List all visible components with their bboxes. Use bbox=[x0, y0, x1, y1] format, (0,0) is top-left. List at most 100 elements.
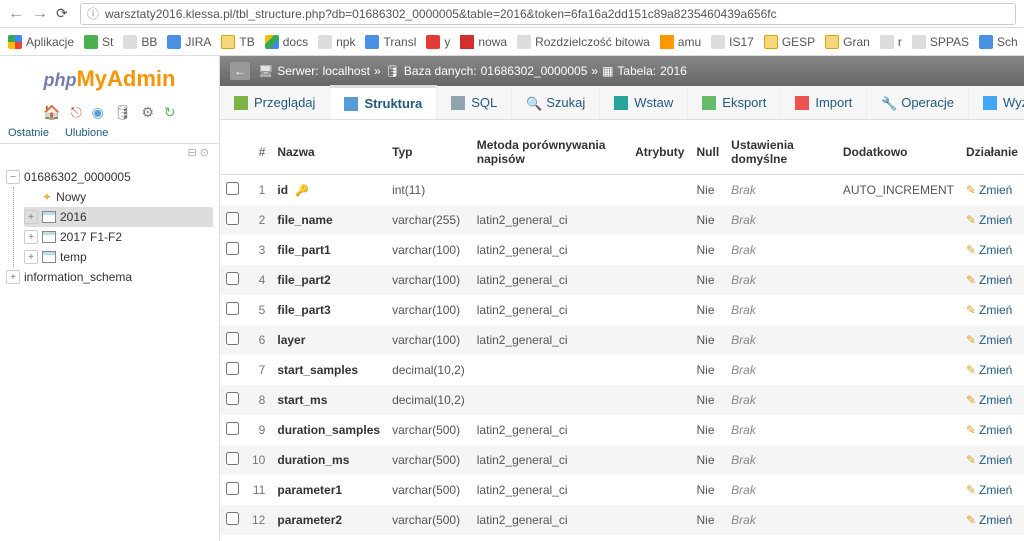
change-link[interactable]: Zmień bbox=[979, 243, 1012, 257]
apps-button[interactable]: Aplikacje bbox=[8, 35, 74, 49]
col-collation[interactable]: Metoda porównywania napisów bbox=[471, 130, 629, 175]
settings-icon[interactable]: ⚙ bbox=[141, 104, 154, 120]
table-node[interactable]: + temp bbox=[24, 247, 213, 267]
bookmark-item[interactable]: St bbox=[84, 35, 113, 49]
change-link[interactable]: Zmień bbox=[979, 363, 1012, 377]
row-checkbox[interactable] bbox=[226, 482, 239, 495]
nav-back-icon[interactable]: ← bbox=[230, 62, 250, 80]
row-checkbox[interactable] bbox=[226, 422, 239, 435]
row-checkbox[interactable] bbox=[226, 212, 239, 225]
tab-operations[interactable]: 🔧Operacje bbox=[867, 86, 969, 119]
bookmark-item[interactable]: nowa bbox=[460, 35, 507, 49]
bookmark-item[interactable]: r bbox=[880, 35, 902, 49]
tab-triggers[interactable]: Wyzwal bbox=[969, 86, 1024, 119]
expand-icon[interactable]: + bbox=[6, 270, 20, 284]
tab-favorites[interactable]: Ulubione bbox=[57, 123, 116, 143]
col-action[interactable]: Działanie bbox=[960, 130, 1024, 175]
new-table[interactable]: ✦ Nowy bbox=[24, 187, 213, 207]
change-link[interactable]: Zmień bbox=[979, 213, 1012, 227]
logout-icon[interactable]: ⎋ bbox=[71, 104, 82, 120]
change-link[interactable]: Zmień bbox=[979, 513, 1012, 527]
row-checkbox[interactable] bbox=[226, 182, 239, 195]
col-extra[interactable]: Dodatkowo bbox=[837, 130, 960, 175]
bookmark-item[interactable]: Sch bbox=[979, 35, 1018, 49]
bookmark-item[interactable]: GESP bbox=[764, 35, 815, 49]
bookmark-item[interactable]: BB bbox=[123, 35, 157, 49]
cell-null: Nie bbox=[690, 295, 725, 325]
table-row: 2file_namevarchar(255)latin2_general_ciN… bbox=[220, 205, 1024, 235]
forward-icon[interactable]: → bbox=[32, 5, 48, 23]
col-num[interactable]: # bbox=[246, 130, 271, 175]
change-link[interactable]: Zmień bbox=[979, 303, 1012, 317]
row-checkbox[interactable] bbox=[226, 272, 239, 285]
change-link[interactable]: Zmień bbox=[979, 183, 1012, 197]
row-checkbox[interactable] bbox=[226, 332, 239, 345]
expand-icon[interactable]: + bbox=[24, 210, 38, 224]
breadcrumb-server[interactable]: localhost bbox=[323, 64, 370, 78]
bookmark-item[interactable]: Transl bbox=[365, 35, 416, 49]
url-bar[interactable]: ⓘ warsztaty2016.klessa.pl/tbl_structure.… bbox=[80, 3, 1016, 25]
tree-collapse[interactable]: ⊟ ⊙ bbox=[0, 144, 219, 161]
col-attributes[interactable]: Atrybuty bbox=[629, 130, 690, 175]
phpmyadmin-logo[interactable]: phpMyAdmin bbox=[0, 56, 219, 102]
bookmark-item[interactable]: docs bbox=[265, 35, 308, 49]
bookmark-item[interactable]: TB bbox=[221, 35, 254, 49]
bookmarks-bar: Aplikacje St BB JIRA TB docs npk Transl … bbox=[0, 28, 1024, 56]
change-link[interactable]: Zmień bbox=[979, 273, 1012, 287]
col-type[interactable]: Typ bbox=[386, 130, 471, 175]
db-node[interactable]: − 01686302_0000005 bbox=[6, 167, 213, 187]
bookmark-item[interactable]: npk bbox=[318, 35, 355, 49]
row-checkbox[interactable] bbox=[226, 512, 239, 525]
bookmark-item[interactable]: IS17 bbox=[711, 35, 754, 49]
database-icon: 🛢 bbox=[385, 64, 400, 78]
collapse-icon[interactable]: − bbox=[6, 170, 20, 184]
col-null[interactable]: Null bbox=[690, 130, 725, 175]
bookmark-icon bbox=[460, 35, 474, 49]
cell-num: 4 bbox=[246, 265, 271, 295]
tab-browse[interactable]: Przeglądaj bbox=[220, 86, 330, 119]
tab-export[interactable]: Eksport bbox=[688, 86, 781, 119]
bookmark-icon bbox=[318, 35, 332, 49]
change-link[interactable]: Zmień bbox=[979, 423, 1012, 437]
bookmark-item[interactable]: Rozdzielczość bitowa bbox=[517, 35, 650, 49]
tab-search[interactable]: 🔍Szukaj bbox=[512, 86, 600, 119]
sql-icon[interactable]: 🛢 bbox=[114, 104, 132, 120]
table-node[interactable]: + 2016 bbox=[24, 207, 213, 227]
cell-num: 13 bbox=[246, 535, 271, 541]
bookmark-item[interactable]: JIRA bbox=[167, 35, 211, 49]
tab-sql[interactable]: SQL bbox=[437, 86, 512, 119]
change-link[interactable]: Zmień bbox=[979, 333, 1012, 347]
bookmark-icon bbox=[84, 35, 98, 49]
change-link[interactable]: Zmień bbox=[979, 453, 1012, 467]
bookmark-item[interactable]: SPPAS bbox=[912, 35, 969, 49]
tab-structure[interactable]: Struktura bbox=[330, 85, 437, 119]
col-name[interactable]: Nazwa bbox=[271, 130, 386, 175]
bookmark-item[interactable]: amu bbox=[660, 35, 701, 49]
row-checkbox[interactable] bbox=[226, 362, 239, 375]
back-icon[interactable]: ← bbox=[8, 5, 24, 23]
docs-icon[interactable]: ◉ bbox=[92, 104, 104, 120]
col-default[interactable]: Ustawienia domyślne bbox=[725, 130, 837, 175]
bookmark-icon bbox=[979, 35, 993, 49]
breadcrumb-table[interactable]: 2016 bbox=[660, 64, 687, 78]
table-node[interactable]: + 2017 F1-F2 bbox=[24, 227, 213, 247]
row-checkbox[interactable] bbox=[226, 452, 239, 465]
db-node[interactable]: + information_schema bbox=[6, 267, 213, 287]
row-checkbox[interactable] bbox=[226, 242, 239, 255]
expand-icon[interactable]: + bbox=[24, 250, 38, 264]
tab-import[interactable]: Import bbox=[781, 86, 867, 119]
breadcrumb-db[interactable]: 01686302_0000005 bbox=[481, 64, 588, 78]
tab-recent[interactable]: Ostatnie bbox=[0, 123, 57, 143]
tab-insert[interactable]: Wstaw bbox=[600, 86, 688, 119]
change-link[interactable]: Zmień bbox=[979, 483, 1012, 497]
expand-icon[interactable]: + bbox=[24, 230, 38, 244]
cell-null: Nie bbox=[690, 325, 725, 355]
row-checkbox[interactable] bbox=[226, 302, 239, 315]
bookmark-item[interactable]: Gran bbox=[825, 35, 870, 49]
reload-icon[interactable]: ↻ bbox=[164, 104, 176, 120]
home-icon[interactable]: 🏠 bbox=[43, 104, 60, 120]
change-link[interactable]: Zmień bbox=[979, 393, 1012, 407]
row-checkbox[interactable] bbox=[226, 392, 239, 405]
reload-icon[interactable]: ⟳ bbox=[56, 5, 72, 22]
bookmark-item[interactable]: y bbox=[426, 35, 450, 49]
